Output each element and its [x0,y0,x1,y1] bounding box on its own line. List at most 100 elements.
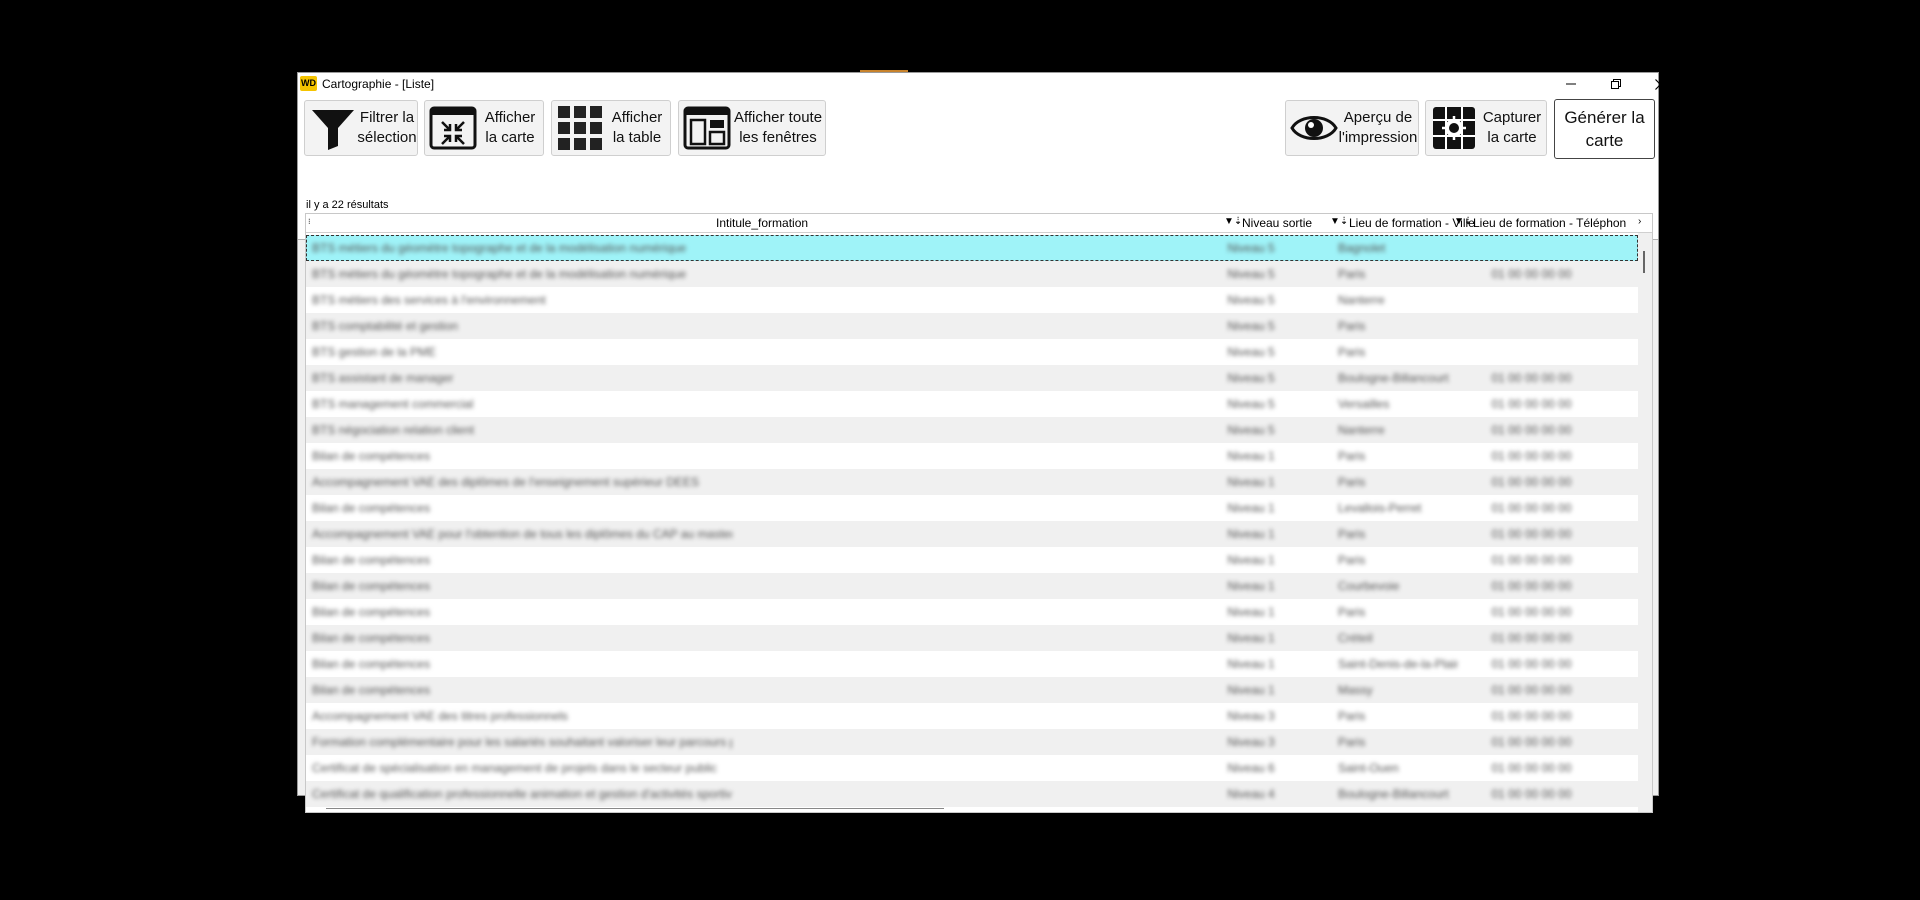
cell-ville: Bagnolet [1338,241,1386,255]
table-row[interactable]: BTS négociation relation client Niveau 5 N… [306,417,1638,443]
filter-selection-label: Filtrer la sélection [357,109,417,146]
cell-telephone: 01 00 00 00 00 [1491,683,1572,697]
table-row[interactable]: Bilan de compétences Niveau 1 Paris 01 00 0… [306,599,1638,625]
table-row[interactable]: Bilan de compétences Niveau 1 Paris 01 00 0… [306,443,1638,469]
table-row[interactable]: BTS métiers des services à l'environneme… [306,287,1638,313]
cell-niveau: Niveau 1 [1227,475,1275,489]
cell-telephone: 01 00 00 00 00 [1491,709,1572,723]
column-header-niveau[interactable]: Niveau sortie [1242,216,1312,230]
cell-niveau: Niveau 1 [1227,631,1275,645]
cell-intitule: Accompagnement VAE pour l'obtention de t… [312,527,732,541]
show-all-windows-button[interactable]: Afficher toute les fenêtres [678,100,826,156]
table-row[interactable]: Bilan de compétences Niveau 1 Créteil 01 00… [306,625,1638,651]
eye-icon [1290,116,1338,140]
table-row[interactable]: Accompagnement VAE des titres profession… [306,703,1638,729]
cell-intitule: Bilan de compétences [312,501,431,515]
cell-telephone: 01 00 00 00 00 [1491,267,1572,281]
table-row[interactable]: Bilan de compétences Niveau 1 Paris 01 00 0… [306,547,1638,573]
cell-ville: Nanterre [1338,293,1385,307]
cell-niveau: Niveau 5 [1227,241,1275,255]
horizontal-scrollbar-thumb[interactable] [326,808,944,809]
cell-niveau: Niveau 1 [1227,657,1275,671]
close-button[interactable] [1638,73,1683,95]
cell-intitule: Bilan de compétences [312,631,431,645]
vertical-scrollbar[interactable] [1638,233,1652,812]
filter-icon-intitule[interactable]: ▼⇣ [1224,216,1242,227]
cell-intitule: BTS gestion de la PME [312,345,437,359]
cell-intitule: BTS métiers du géomètre topographe et de… [312,241,687,255]
minimize-button[interactable] [1548,73,1593,95]
capture-map-label: Capturer la carte [1482,109,1542,146]
cell-niveau: Niveau 3 [1227,709,1275,723]
column-header-telephone[interactable]: Lieu de formation - Téléphon [1473,216,1631,230]
table-row[interactable]: Bilan de compétences Niveau 1 Courbevoie 01… [306,573,1638,599]
filter-icon-niveau[interactable]: ▼⇣ [1330,216,1348,227]
cell-intitule: Bilan de compétences [312,449,431,463]
cell-intitule: Certificat de qualification professionne… [312,787,732,801]
cell-telephone [1469,319,1594,333]
cell-intitule: Accompagnement VAE des diplômes de l'ens… [312,475,699,489]
generate-map-button[interactable]: Générer la carte [1554,99,1655,159]
generate-map-label: Générer la carte [1564,108,1645,150]
cell-niveau: Niveau 6 [1227,761,1275,775]
results-count: il y a 22 résultats [306,199,389,211]
show-map-button[interactable]: Afficher la carte [424,100,544,156]
filter-icon-ville[interactable]: ▼⇣ [1454,216,1472,227]
cell-ville: Massy [1338,683,1373,697]
cell-intitule: BTS assistant de manager [312,371,454,385]
cell-niveau: Niveau 1 [1227,527,1275,541]
table-row[interactable]: BTS métiers du géomètre topographe et de… [306,261,1638,287]
cell-intitule: Certificat de spécialisation en manageme… [312,761,717,775]
cell-telephone: 01 00 00 00 00 [1491,605,1572,619]
column-resize-handle[interactable]: ⁝ [308,217,311,226]
capture-map-button[interactable]: Capturer la carte [1425,100,1547,156]
table-row[interactable]: Certificat de qualification professionne… [306,781,1638,807]
table-row[interactable]: BTS gestion de la PME Niveau 5 Paris [306,339,1638,365]
filter-selection-button[interactable]: Filtrer la sélection [304,100,418,156]
table-row[interactable]: Bilan de compétences Niveau 1 Saint-Denis-… [306,651,1638,677]
cell-telephone [1469,345,1594,359]
cell-niveau: Niveau 3 [1227,735,1275,749]
cell-niveau: Niveau 5 [1227,267,1275,281]
cell-intitule: BTS métiers des services à l'environneme… [312,293,546,307]
table-row[interactable]: BTS métiers du géomètre topographe et de… [306,235,1638,261]
table-row[interactable]: Formation complémentaire pour les salari… [306,729,1638,755]
table-row[interactable]: Certificat de spécialisation en manageme… [306,755,1638,781]
cell-niveau: Niveau 1 [1227,553,1275,567]
cell-niveau: Niveau 1 [1227,501,1275,515]
cell-niveau: Niveau 5 [1227,423,1275,437]
vertical-scrollbar-thumb[interactable] [1643,251,1645,273]
cell-telephone: 01 00 00 00 00 [1491,657,1572,671]
cell-ville: Paris [1338,475,1366,489]
cell-intitule: Bilan de compétences [312,605,431,619]
cell-niveau: Niveau 5 [1227,397,1275,411]
app-logo-icon: WD [300,76,317,91]
app-window: WD Cartographie - [Liste] Filtrer la sél… [297,72,1666,813]
grid-icon [558,106,602,150]
table-row[interactable]: Bilan de compétences Niveau 1 Levallois-Pe… [306,495,1638,521]
restore-button[interactable] [1593,73,1638,95]
table-row[interactable]: BTS comptabilité et gestion Niveau 5 Paris [306,313,1638,339]
column-header-intitule[interactable]: Intitule_formation [716,216,808,230]
table-row[interactable]: BTS assistant de manager Niveau 5 Boulogne… [306,365,1638,391]
toolbar: Filtrer la sélection Afficher la carte A… [298,95,1658,813]
table-row[interactable]: Accompagnement VAE pour l'obtention de t… [306,521,1638,547]
cell-telephone: 01 00 00 00 00 [1491,787,1572,801]
cell-ville: Saint-Denis-de-la-Plaine [1338,657,1458,671]
show-table-button[interactable]: Afficher la table [551,100,671,156]
cell-telephone [1469,241,1594,255]
cell-ville: Paris [1338,267,1366,281]
collapse-arrows-icon [429,106,477,150]
scroll-right-icon[interactable]: › [1638,216,1641,227]
cell-telephone: 01 00 00 00 00 [1491,501,1572,515]
windows-icon [683,106,731,150]
cell-ville: Levallois-Perret [1338,501,1422,515]
cell-niveau: Niveau 1 [1227,605,1275,619]
table-row[interactable]: Bilan de compétences Niveau 1 Massy 01 00 0… [306,677,1638,703]
table-row[interactable]: BTS management commercial Niveau 5 Versail… [306,391,1638,417]
table-row[interactable]: Accompagnement VAE des diplômes de l'ens… [306,469,1638,495]
cell-ville: Versailles [1338,397,1390,411]
cell-niveau: Niveau 1 [1227,449,1275,463]
print-preview-button[interactable]: Aperçu de l'impression [1285,100,1419,156]
cell-niveau: Niveau 1 [1227,579,1275,593]
